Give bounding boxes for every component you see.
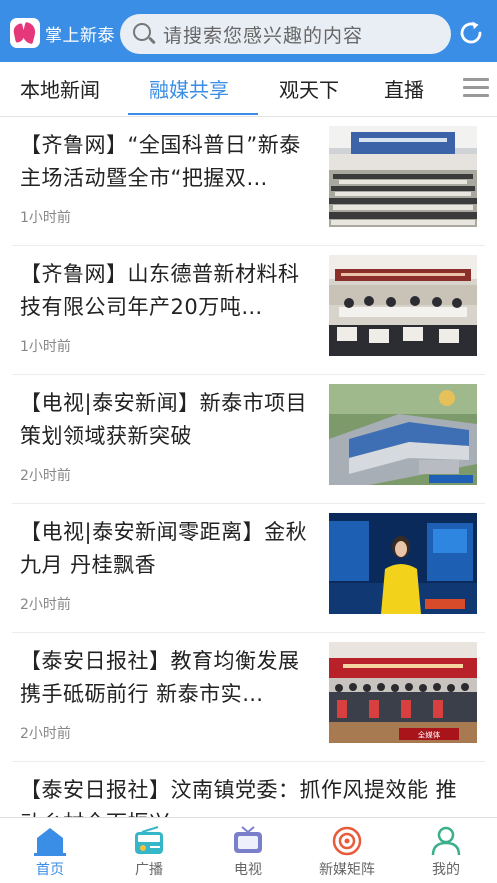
nav-home-label: 首页 [36,862,64,878]
news-time: 2小时前 [20,468,71,484]
bottom-nav: 首页 广播 电视 新媒矩阵 我的 [0,817,497,883]
thumb-watermark: 全媒体 [418,730,441,740]
new-media-icon [332,826,362,856]
search-placeholder: 请搜索您感兴趣的内容 [163,24,364,47]
news-thumbnail [329,255,477,356]
home-icon [34,828,66,856]
nav-radio[interactable]: 广播 [104,818,194,883]
nav-radio-label: 广播 [135,862,163,878]
news-time: 1小时前 [20,339,71,355]
news-thumbnail [329,384,477,485]
tv-icon [234,826,262,853]
news-time: 2小时前 [20,597,71,613]
logo-mark-icon [10,18,40,48]
nav-home[interactable]: 首页 [5,818,95,883]
profile-icon [431,826,461,856]
tab-local-news[interactable]: 本地新闻 [20,74,100,103]
news-time: 1小时前 [20,210,71,226]
nav-profile[interactable]: 我的 [401,818,491,883]
news-thumbnail [329,513,477,614]
category-tabs: 本地新闻 融媒共享 观天下 直播 [0,62,497,117]
nav-tv[interactable]: 电视 [203,818,293,883]
news-item[interactable]: 【泰安日报社】汶南镇党委：抓作风提效能 推动乡村全面振兴 [12,762,485,817]
radio-icon [135,826,163,854]
news-title: 【电视|泰安新闻】新泰市项目策划领域获新突破 [20,391,308,448]
news-title: 【泰安日报社】汶南镇党委：抓作风提效能 推动乡村全面振兴 [20,778,458,817]
nav-tv-label: 电视 [234,862,262,878]
search-input[interactable]: 请搜索您感兴趣的内容 [120,14,451,54]
tab-world-view[interactable]: 观天下 [279,74,339,103]
news-item[interactable]: 【齐鲁网】“全国科普日”新泰主场活动暨全市“把握双… 1小时前 [12,117,485,246]
menu-icon[interactable] [463,78,489,98]
news-title: 【齐鲁网】“全国科普日”新泰主场活动暨全市“把握双… [20,133,301,190]
app-logo[interactable]: 掌上新泰 [10,16,115,50]
news-item[interactable]: 【齐鲁网】山东德普新材料科技有限公司年产20万吨… 1小时前 [12,246,485,375]
nav-new-media[interactable]: 新媒矩阵 [302,818,392,883]
news-title: 【电视|泰安新闻零距离】金秋九月 丹桂飘香 [20,520,308,577]
news-title: 【泰安日报社】教育均衡发展 携手砥砺前行 新泰市实… [20,649,300,706]
news-item[interactable]: 【电视|泰安新闻】新泰市项目策划领域获新突破 2小时前 [12,375,485,504]
news-feed: 【齐鲁网】“全国科普日”新泰主场活动暨全市“把握双… 1小时前 【齐鲁网】山东德… [0,117,497,817]
refresh-icon[interactable] [456,18,486,48]
news-time: 2小时前 [20,726,71,742]
app-header: 掌上新泰 请搜索您感兴趣的内容 [0,0,497,62]
nav-profile-label: 我的 [432,862,460,878]
logo-text: 掌上新泰 [45,25,115,46]
news-item[interactable]: 【泰安日报社】教育均衡发展 携手砥砺前行 新泰市实… 2小时前 全媒体 [12,633,485,762]
news-item[interactable]: 【电视|泰安新闻零距离】金秋九月 丹桂飘香 2小时前 [12,504,485,633]
nav-new-media-label: 新媒矩阵 [319,862,375,878]
active-tab-indicator [128,113,258,115]
search-icon [132,22,156,46]
tab-live[interactable]: 直播 [384,74,424,103]
news-thumbnail [329,126,477,227]
tab-media-share[interactable]: 融媒共享 [149,74,229,103]
news-thumbnail: 全媒体 [329,642,477,743]
news-title: 【齐鲁网】山东德普新材料科技有限公司年产20万吨… [20,262,300,319]
